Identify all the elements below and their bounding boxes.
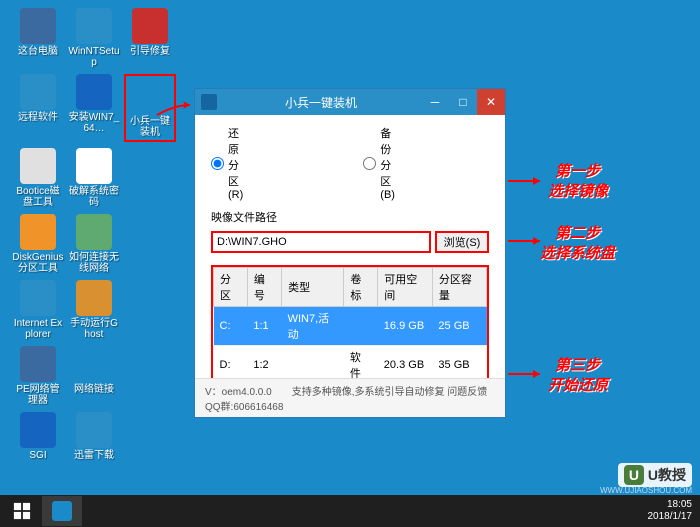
system-tray[interactable]: 18:05 2018/1/17 <box>648 499 699 523</box>
icon-label: 安装WIN7_64… <box>68 112 120 134</box>
net-link-icon[interactable]: 网络链接 <box>68 346 120 406</box>
crack-pwd-icon[interactable]: 破解系统密码 <box>68 148 120 208</box>
watermark-url: WWW.UJIAOSHOU.COM <box>600 486 692 495</box>
browse-button[interactable]: 浏览(S) <box>435 231 489 253</box>
restore-radio[interactable]: 还原分区(R) <box>211 125 243 201</box>
status-bar: V：oem4.0.0.0 支持多种镜像,多系统引导自动修复 问题反馈QQ群:60… <box>195 378 505 417</box>
titlebar[interactable]: 小兵一键装机 ─ □ ✕ <box>195 89 505 115</box>
winntsetup-icon-glyph <box>76 8 112 44</box>
winntsetup-icon[interactable]: WinNTSetup <box>68 8 120 68</box>
wifi-help-icon[interactable]: 如何连接无线网络 <box>68 214 120 274</box>
icon-label: 手动运行Ghost <box>68 318 120 340</box>
remote-icon[interactable]: 远程软件 <box>12 74 64 142</box>
image-path-label: 映像文件路径 <box>195 207 505 227</box>
minimize-button[interactable]: ─ <box>421 89 449 115</box>
ghost-icon-glyph <box>76 280 112 316</box>
icon-label: 如何连接无线网络 <box>68 252 120 274</box>
window-title: 小兵一键装机 <box>221 94 421 111</box>
app-icon <box>201 94 217 110</box>
bootice-icon-glyph <box>20 148 56 184</box>
pe-net-icon-glyph <box>20 346 56 382</box>
this-pc-icon-glyph <box>20 8 56 44</box>
table-header[interactable]: 可用空间 <box>378 268 433 307</box>
table-row[interactable]: C:1:1WIN7,活动16.9 GB25 GB <box>214 307 487 346</box>
icon-label: WinNTSetup <box>68 46 120 68</box>
sgi-icon[interactable]: SGI <box>12 412 64 461</box>
pointer-arrow-1 <box>155 100 195 120</box>
icon-label: 迅雷下载 <box>74 450 114 461</box>
step2-title: 第二步 <box>555 222 600 243</box>
backup-radio[interactable]: 备份分区(B) <box>363 125 395 201</box>
icon-label: SGI <box>29 450 46 461</box>
win7-install-icon-glyph <box>76 74 112 110</box>
taskbar-app[interactable] <box>42 496 82 526</box>
icon-label: PE网络管理器 <box>12 384 64 406</box>
close-button[interactable]: ✕ <box>477 89 505 115</box>
icon-label: Bootice磁盘工具 <box>12 186 64 208</box>
icon-label: DiskGenius分区工具 <box>12 252 64 274</box>
table-header[interactable]: 分区容量 <box>432 268 486 307</box>
this-pc-icon[interactable]: 这台电脑 <box>12 8 64 68</box>
start-button[interactable] <box>2 496 42 526</box>
remote-icon-glyph <box>20 74 56 110</box>
icon-label: 破解系统密码 <box>68 186 120 208</box>
ie-icon-glyph <box>20 280 56 316</box>
ie-icon[interactable]: Internet Explorer <box>12 280 64 340</box>
boot-repair-icon-glyph <box>132 8 168 44</box>
partition-table[interactable]: 分区编号类型卷标可用空间分区容量C:1:1WIN7,活动16.9 GB25 GB… <box>211 265 489 383</box>
step1-arrow <box>508 175 548 187</box>
step1-title: 第一步 <box>555 160 600 181</box>
step2-sub: 选择系统盘 <box>540 242 615 263</box>
net-link-icon-glyph <box>76 346 112 382</box>
diskgenius-icon-glyph <box>20 214 56 250</box>
icon-label: 网络链接 <box>74 384 114 395</box>
icon-label: Internet Explorer <box>12 318 64 340</box>
icon-label: 引导修复 <box>130 46 170 57</box>
table-header[interactable]: 类型 <box>282 268 344 307</box>
pe-net-icon[interactable]: PE网络管理器 <box>12 346 64 406</box>
watermark-logo: U U教授 <box>618 463 692 487</box>
table-header[interactable]: 编号 <box>247 268 281 307</box>
table-header[interactable]: 分区 <box>214 268 248 307</box>
taskbar: 18:05 2018/1/17 <box>0 495 700 527</box>
table-header[interactable]: 卷标 <box>344 268 378 307</box>
thunder-icon[interactable]: 迅雷下载 <box>68 412 120 461</box>
installer-window: 小兵一键装机 ─ □ ✕ 还原分区(R) 备份分区(B) 映像文件路径 浏览(S… <box>194 88 506 418</box>
step3-arrow <box>508 368 548 380</box>
thunder-icon-glyph <box>76 412 112 448</box>
image-path-input[interactable] <box>211 231 431 253</box>
crack-pwd-icon-glyph <box>76 148 112 184</box>
icon-label: 远程软件 <box>18 112 58 123</box>
bootice-icon[interactable]: Bootice磁盘工具 <box>12 148 64 208</box>
diskgenius-icon[interactable]: DiskGenius分区工具 <box>12 214 64 274</box>
step3-sub: 开始还原 <box>548 374 608 395</box>
wifi-help-icon-glyph <box>76 214 112 250</box>
step1-sub: 选择镜像 <box>548 180 608 201</box>
step3-title: 第三步 <box>555 354 600 375</box>
sgi-icon-glyph <box>20 412 56 448</box>
boot-repair-icon[interactable]: 引导修复 <box>124 8 176 68</box>
icon-label: 这台电脑 <box>18 46 58 57</box>
maximize-button[interactable]: □ <box>449 89 477 115</box>
ghost-icon[interactable]: 手动运行Ghost <box>68 280 120 340</box>
win7-install-icon[interactable]: 安装WIN7_64… <box>68 74 120 142</box>
